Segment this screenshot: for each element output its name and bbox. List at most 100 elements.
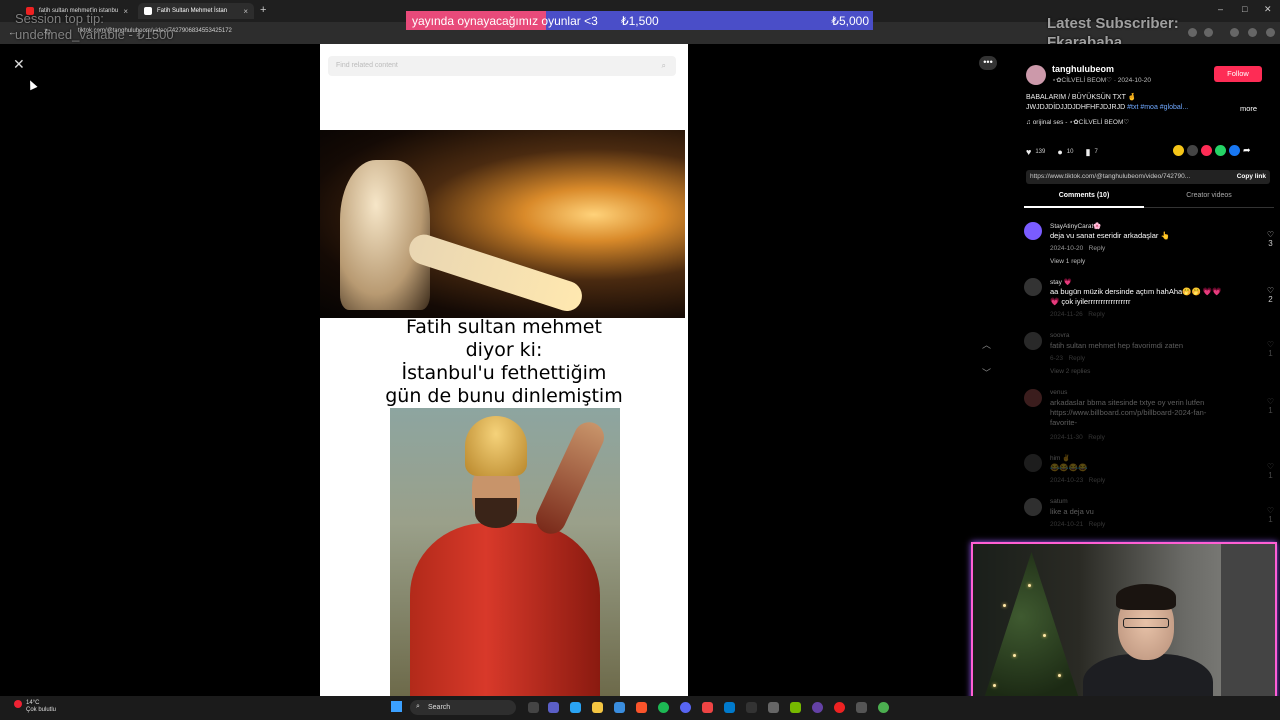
profile-icon[interactable] [1248,28,1257,37]
view-replies-link[interactable]: View 1 reply [1050,258,1085,265]
comment-username[interactable]: satum [1050,498,1068,505]
weather-icon[interactable] [14,700,22,708]
weather-widget[interactable]: 14°C Çok bulutlu [26,700,56,714]
bookmark-icon[interactable]: ▮ [1085,147,1090,158]
search-placeholder: Search [428,704,451,711]
new-tab-button[interactable]: + [260,4,266,16]
comment-like-count: 1 [1268,406,1273,415]
brave-icon[interactable] [636,702,647,713]
comment-username[interactable]: StayAtinyCarat🌸 [1050,222,1101,230]
more-link[interactable]: more [1240,104,1257,113]
comment-username[interactable]: stay 💗 [1050,278,1072,286]
close-icon[interactable]: ✕ [13,56,25,73]
comment-like[interactable]: ♡ 1 [1267,506,1274,524]
link-field[interactable]: https://www.tiktok.com/@tanghulubeom/vid… [1026,170,1270,184]
bookmark-star-icon[interactable] [1204,28,1213,37]
commenter-avatar[interactable] [1024,454,1042,472]
author-avatar[interactable] [1026,65,1046,85]
comment-like[interactable]: ♡ 3 [1267,230,1274,248]
reply-button[interactable]: Reply [1088,434,1105,441]
taskbar-search[interactable]: ⌕ Search [410,700,516,715]
maximize-icon[interactable]: □ [1242,4,1247,14]
discord-icon[interactable] [680,702,691,713]
chevron-down-icon[interactable]: ﹀ [982,366,991,379]
vscode-icon[interactable] [724,702,735,713]
goal-text: yayında oynayacağımız oyunlar <3 [412,13,598,28]
video-player[interactable]: Find related content ⌕ Fatih sultan mehm… [320,44,688,696]
app-icon[interactable] [812,702,823,713]
app-icon[interactable] [702,702,713,713]
follow-button[interactable]: Follow [1214,66,1262,82]
video-caption: Fatih sultan mehmet diyor ki: İstanbul'u f… [385,316,623,407]
comment-like[interactable]: ♡ 1 [1267,462,1274,480]
tab-creator-videos[interactable]: Creator videos [1149,192,1269,199]
reply-button[interactable]: Reply [1089,245,1106,252]
chevron-up-icon[interactable]: ︿ [982,338,991,351]
facebook-icon[interactable] [1229,145,1240,156]
close-window-icon[interactable]: ✕ [1264,4,1272,15]
app-icon[interactable] [746,702,757,713]
heart-icon[interactable]: ♥ [1026,147,1031,157]
minimize-icon[interactable]: – [1218,4,1223,14]
comment-username[interactable]: him ✌ [1050,454,1070,462]
store-icon[interactable] [614,702,625,713]
whatsapp-icon[interactable] [1215,145,1226,156]
author-name[interactable]: tanghulubeom [1052,64,1114,74]
share-arrow-icon[interactable]: ➦ [1243,145,1254,156]
comment-date: 6-23 [1050,355,1064,362]
webcam-overlay [971,542,1277,714]
commenter-avatar[interactable] [1024,332,1042,350]
copy-link-button[interactable]: Copy link [1237,173,1266,180]
tree-light [1028,584,1031,587]
extension-icon[interactable] [1188,28,1197,37]
copilot-icon[interactable] [570,702,581,713]
comment-icon[interactable]: ● [1057,147,1062,157]
tree-light [1058,674,1061,677]
teams-icon[interactable] [548,702,559,713]
commenter-avatar[interactable] [1024,389,1042,407]
commenter-avatar[interactable] [1024,498,1042,516]
nvidia-icon[interactable] [790,702,801,713]
commenter-avatar[interactable] [1024,222,1042,240]
spotify-icon[interactable] [658,702,669,713]
action-row: ♥ 139 ● 10 ▮ 7 [1026,146,1098,158]
helmet-shape [465,416,527,476]
comment-like[interactable]: ♡ 1 [1267,397,1274,415]
file-explorer-icon[interactable] [592,702,603,713]
music-line[interactable]: ♫ orijinal ses - ⋆✿CİLVELİ BEOM♡ [1026,118,1129,126]
find-related-search[interactable]: Find related content ⌕ [328,56,676,76]
mouse-cursor [26,78,38,91]
description-text: BABALARIM / BÜYÜKSÜN TXT 🤞 JWJDJDİDJJDJD… [1026,94,1137,111]
obs-icon[interactable] [856,702,867,713]
task-view-icon[interactable] [528,702,539,713]
commenter-avatar[interactable] [1024,278,1042,296]
comment-username[interactable]: venus [1050,389,1067,396]
coin-icon[interactable] [1173,145,1184,156]
comment-text: 😂😂😂😂 [1050,463,1088,472]
embed-icon[interactable] [1187,145,1198,156]
comment-count: 10 [1066,149,1074,155]
comment-date: 2024-11-26 [1050,311,1083,318]
hashtags[interactable]: #txt #moa #global... [1127,104,1188,111]
chrome-icon[interactable] [878,702,889,713]
more-options-icon[interactable]: ••• [979,56,997,70]
view-replies-link[interactable]: View 2 replies [1050,368,1090,375]
reply-button[interactable]: Reply [1068,355,1085,362]
extension-icon[interactable] [1230,28,1239,37]
app-icon[interactable] [834,702,845,713]
comment-date: 2024-10-23 [1050,477,1084,484]
reply-button[interactable]: Reply [1088,311,1105,318]
menu-icon[interactable] [1266,28,1275,37]
comment-username[interactable]: soovra [1050,332,1070,339]
send-icon[interactable] [1201,145,1212,156]
tab-comments[interactable]: Comments (10) [1024,192,1144,208]
app-icon[interactable] [768,702,779,713]
arm-figure [405,230,586,315]
comment-like[interactable]: ♡ 1 [1267,340,1274,358]
comment-like[interactable]: ♡ 2 [1267,286,1274,304]
reply-button[interactable]: Reply [1089,521,1106,528]
close-tab-icon[interactable]: × [243,7,248,16]
share-icons: ➦ [1173,145,1254,156]
windows-start-icon[interactable] [391,701,402,712]
reply-button[interactable]: Reply [1089,477,1106,484]
